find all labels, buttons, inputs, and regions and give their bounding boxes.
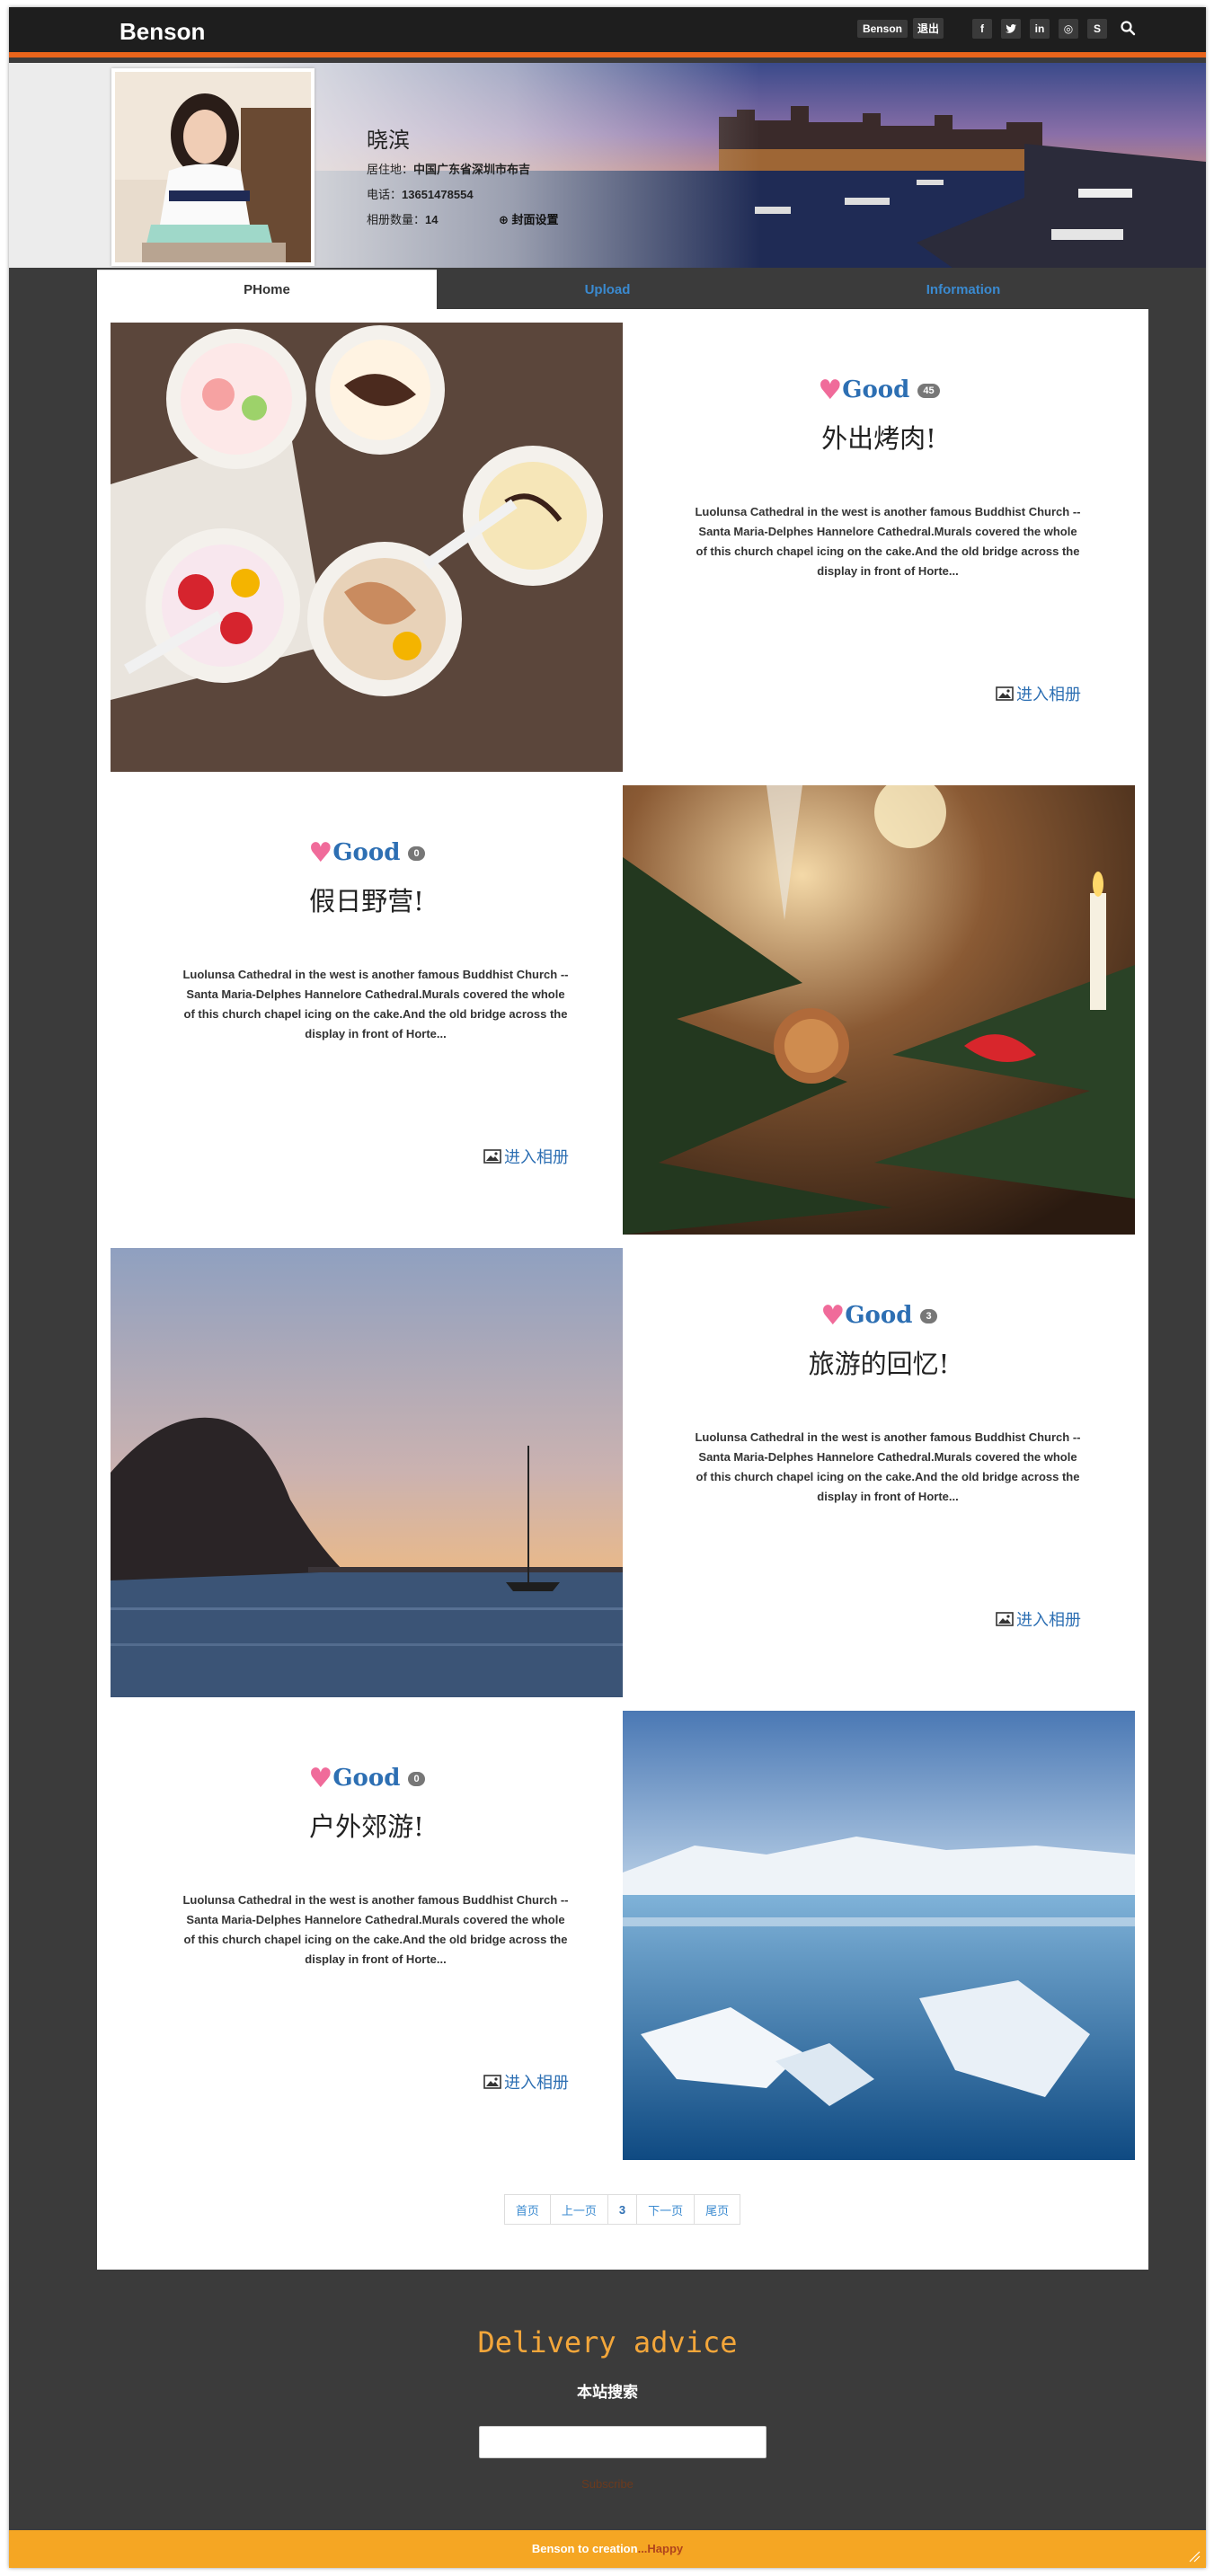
page-prev[interactable]: 上一页 [549,2194,608,2225]
good-label: Good [332,839,401,866]
phone-info: 电话：13651478554 [367,185,474,202]
page-current[interactable]: 3 [607,2194,638,2225]
christmas-tree-photo[interactable] [623,785,1135,1235]
enter-album-link[interactable]: 进入相册 [996,682,1081,705]
tab-upload[interactable]: Upload [437,270,778,309]
post-row: ♥Good 45 外出烤肉! Luolunsa Cathedral in the… [111,323,1135,772]
post-title: 户外郊游! [309,1811,424,1842]
profile-tabs: PHome Upload Information [97,270,1148,309]
posts-panel: ♥Good 45 外出烤肉! Luolunsa Cathedral in the… [97,309,1148,2270]
tab-information[interactable]: Information [778,270,1148,309]
post-description: Luolunsa Cathedral in the west is anothe… [182,1893,569,1966]
frozen-yogurt-photo[interactable] [111,323,623,772]
post-title: 旅游的回忆! [808,1349,950,1379]
plus-circle-icon: ⊕ [499,213,509,226]
enter-album-link[interactable]: 进入相册 [996,1607,1081,1631]
post-row: ♥Good 3 旅游的回忆! Luolunsa Cathedral in the… [111,1248,1135,1697]
skype-icon[interactable]: S [1087,18,1107,39]
footer-credit-suffix: ...Happy [637,2542,684,2555]
page-frame: Benson Benson 退出 f in ◎ S 晓滨 居住地：中国广东省深圳… [9,7,1206,2568]
page-first[interactable]: 首页 [503,2194,551,2225]
residence-info: 居住地：中国广东省深圳市布吉 [367,160,530,177]
enter-album-link[interactable]: 进入相册 [483,2070,569,2094]
navbar-right: Benson 退出 f in ◎ S [856,18,1107,39]
good-label: Good [845,1302,913,1329]
good-label: Good [842,376,910,403]
profile-name: 晓滨 [367,128,410,153]
icebergs-photo[interactable] [623,1711,1135,2160]
heart-icon: ♥ [308,837,333,869]
site-search-heading: 本站搜索 [577,2384,638,2401]
post-title: 外出烤肉! [821,423,936,454]
post-text: ♥Good 0 假日野营! Luolunsa Cathedral in the … [111,785,623,1235]
post-title: 假日野营! [309,886,424,916]
like-counter[interactable]: ♥Good 0 [111,1763,623,1794]
like-counter[interactable]: ♥Good 45 [623,375,1135,406]
phone-label: 电话： [367,188,403,201]
post-description: Luolunsa Cathedral in the west is anothe… [182,968,569,1040]
page-last[interactable]: 尾页 [694,2194,741,2225]
subscribe-button[interactable]: Subscribe [9,2477,1206,2491]
username-label[interactable]: Benson [856,19,908,38]
cover-image [216,63,1206,268]
picture-icon [996,686,1014,701]
facebook-icon[interactable]: f [972,18,992,39]
delivery-title: Delivery advice [477,2325,738,2359]
linkedin-icon[interactable]: in [1030,18,1050,39]
dribbble-icon[interactable]: ◎ [1059,18,1078,39]
enter-album-link[interactable]: 进入相册 [483,1145,569,1168]
albums-label: 相册数量： [367,213,426,226]
top-navbar: Benson Benson 退出 f in ◎ S [9,7,1206,58]
footer-credit: Benson to creation [531,2542,638,2555]
post-row: ♥Good 0 户外郊游! Luolunsa Cathedral in the … [111,1711,1135,2160]
logout-button[interactable]: 退出 [912,18,944,39]
heart-icon: ♥ [818,375,843,406]
residence-value: 中国广东省深圳市布吉 [413,163,531,176]
like-count-badge: 3 [920,1309,937,1323]
heart-icon: ♥ [308,1763,333,1794]
post-text: ♥Good 3 旅游的回忆! Luolunsa Cathedral in the… [623,1248,1135,1697]
good-label: Good [332,1765,401,1792]
like-count-badge: 45 [917,384,940,398]
picture-icon [996,1612,1014,1626]
post-description: Luolunsa Cathedral in the west is anothe… [695,505,1081,578]
cover-settings-button[interactable]: ⊕ 封面设置 [499,210,559,227]
sunset-sailboat-photo[interactable] [111,1248,623,1697]
like-count-badge: 0 [408,846,425,861]
avatar[interactable] [111,68,315,266]
post-text: ♥Good 45 外出烤肉! Luolunsa Cathedral in the… [623,323,1135,772]
page-next[interactable]: 下一页 [636,2194,696,2225]
like-count-badge: 0 [408,1772,425,1786]
albums-value: 14 [425,213,439,226]
resize-icon [1189,2551,1201,2563]
picture-icon [483,1149,501,1164]
cover-settings-label: 封面设置 [511,213,559,226]
profile-banner: 晓滨 居住地：中国广东省深圳市布吉 电话：13651478554 相册数量：14… [9,63,1206,268]
twitter-icon[interactable] [1001,18,1021,39]
search-icon[interactable] [1120,20,1136,36]
albums-info: 相册数量：14 [367,210,438,227]
post-text: ♥Good 0 户外郊游! Luolunsa Cathedral in the … [111,1711,623,2160]
like-counter[interactable]: ♥Good 3 [623,1300,1135,1332]
enter-album-label: 进入相册 [504,2074,569,2093]
enter-album-label: 进入相册 [504,1148,569,1167]
picture-icon [483,2075,501,2089]
heart-icon: ♥ [820,1300,846,1332]
brand-logo[interactable]: Benson [120,18,205,46]
like-counter[interactable]: ♥Good 0 [111,837,623,869]
enter-album-label: 进入相册 [1016,686,1081,704]
phone-value: 13651478554 [402,188,474,201]
pagination: 首页 上一页 3 下一页 尾页 [97,2194,1148,2225]
residence-label: 居住地： [367,163,414,176]
subscribe-input[interactable] [479,2426,767,2458]
enter-album-label: 进入相册 [1016,1611,1081,1630]
post-description: Luolunsa Cathedral in the west is anothe… [695,1430,1081,1503]
footer-bar: Benson to creation...Happy [9,2530,1206,2568]
post-row: ♥Good 0 假日野营! Luolunsa Cathedral in the … [111,785,1135,1235]
tab-phome[interactable]: PHome [97,270,437,309]
